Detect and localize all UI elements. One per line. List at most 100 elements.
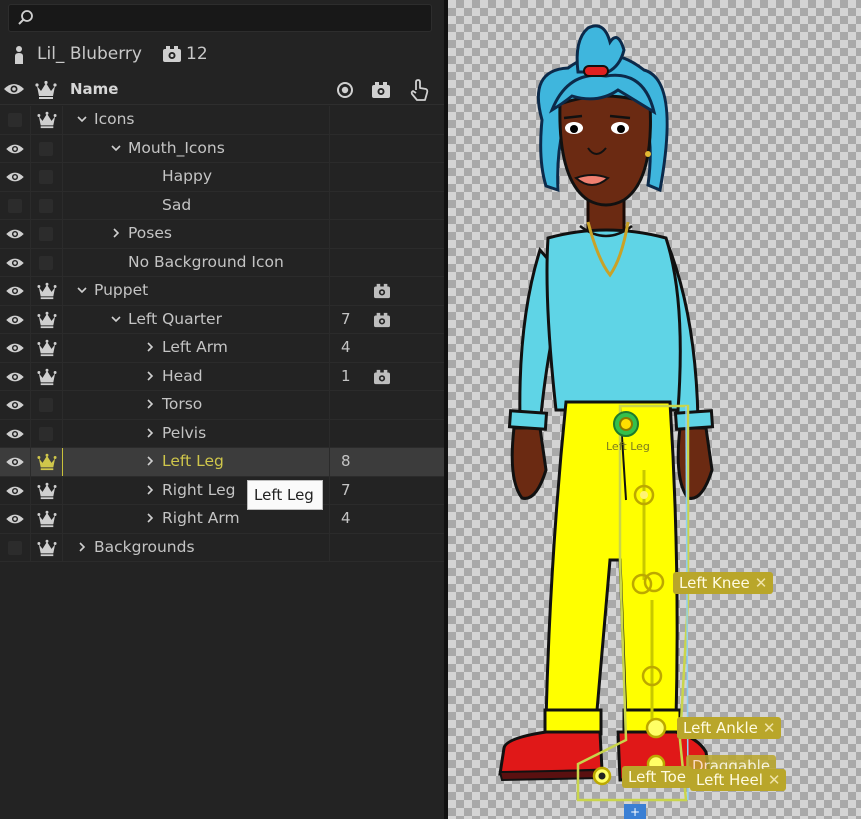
crown-icon[interactable]: [37, 453, 57, 471]
independence-off-box[interactable]: [39, 170, 53, 184]
visibility-cell[interactable]: [0, 419, 31, 447]
visibility-off-box[interactable]: [8, 198, 22, 213]
tag-left-heel[interactable]: Left Heel ✕: [690, 769, 787, 791]
camera-column-icon[interactable]: [371, 81, 391, 99]
crown-icon[interactable]: [37, 510, 57, 528]
visibility-cell[interactable]: [0, 476, 31, 504]
visibility-cell[interactable]: [0, 533, 31, 561]
trigger-hand-icon[interactable]: [408, 78, 430, 102]
record-column-icon[interactable]: [336, 81, 354, 99]
independence-cell[interactable]: [31, 163, 63, 191]
eye-icon[interactable]: [4, 142, 26, 156]
chevron-right-icon[interactable]: [143, 397, 157, 411]
crown-icon[interactable]: [37, 111, 57, 129]
tag-left-knee[interactable]: Left Knee ✕: [673, 572, 774, 594]
layer-row[interactable]: Torso: [0, 391, 444, 420]
chevron-down-icon[interactable]: [75, 283, 89, 297]
visibility-cell[interactable]: [0, 191, 31, 219]
layer-name-cell[interactable]: Head: [63, 362, 330, 390]
chevron-right-icon[interactable]: [143, 369, 157, 383]
chevron-right-icon[interactable]: [75, 540, 89, 554]
close-icon[interactable]: ✕: [755, 574, 768, 592]
scene-canvas[interactable]: + Left Leg Left Knee ✕ Left Ankle ✕ Dragga…: [448, 0, 861, 819]
visibility-cell[interactable]: [0, 220, 31, 248]
layer-row[interactable]: Backgrounds: [0, 533, 444, 562]
eye-icon[interactable]: [4, 398, 26, 412]
visibility-column-icon[interactable]: [3, 81, 25, 97]
layer-name-cell[interactable]: Poses: [63, 220, 330, 248]
independence-off-box[interactable]: [39, 255, 53, 270]
search-input[interactable]: [39, 7, 427, 29]
visibility-cell[interactable]: [0, 362, 31, 390]
independence-off-box[interactable]: [39, 227, 53, 241]
layer-name-cell[interactable]: Backgrounds: [63, 533, 330, 561]
crown-icon[interactable]: [37, 368, 57, 386]
visibility-cell[interactable]: [0, 334, 31, 362]
eye-icon[interactable]: [4, 484, 26, 498]
eye-icon[interactable]: [4, 227, 26, 241]
layer-row[interactable]: Left Leg 8: [0, 448, 444, 477]
visibility-off-box[interactable]: [8, 540, 22, 555]
close-icon[interactable]: ✕: [768, 771, 781, 789]
visibility-cell[interactable]: [0, 391, 31, 419]
eye-icon[interactable]: [4, 256, 26, 270]
chevron-right-icon[interactable]: [143, 426, 157, 440]
independence-cell[interactable]: [31, 106, 63, 134]
visibility-cell[interactable]: [0, 163, 31, 191]
layer-row[interactable]: Right Arm 4: [0, 505, 444, 534]
visibility-off-box[interactable]: [8, 113, 22, 127]
eye-icon[interactable]: [4, 284, 26, 298]
independence-cell[interactable]: [31, 134, 63, 162]
layer-row[interactable]: Puppet: [0, 277, 444, 306]
layer-row[interactable]: Happy: [0, 163, 444, 192]
independence-cell[interactable]: [31, 391, 63, 419]
independence-cell[interactable]: [31, 533, 63, 561]
layer-row[interactable]: Left Quarter 7: [0, 305, 444, 334]
eye-icon[interactable]: [4, 170, 26, 184]
tag-left-toe[interactable]: Left Toe: [622, 766, 693, 788]
independence-cell[interactable]: [31, 191, 63, 219]
close-icon[interactable]: ✕: [763, 719, 776, 737]
layer-row[interactable]: Sad: [0, 191, 444, 220]
layer-row[interactable]: Pelvis: [0, 419, 444, 448]
crown-column-icon[interactable]: [35, 80, 57, 100]
crown-icon[interactable]: [37, 311, 57, 329]
visibility-cell[interactable]: [0, 248, 31, 276]
eye-icon[interactable]: [4, 370, 26, 384]
independence-cell[interactable]: [31, 362, 63, 390]
chevron-right-icon[interactable]: [143, 511, 157, 525]
independence-cell[interactable]: [31, 248, 63, 276]
independence-cell[interactable]: [31, 419, 63, 447]
search-field[interactable]: [8, 4, 432, 32]
independence-cell[interactable]: [31, 277, 63, 305]
layer-name-cell[interactable]: Torso: [63, 391, 330, 419]
layer-row[interactable]: No Background Icon: [0, 248, 444, 277]
chevron-down-icon[interactable]: [109, 141, 123, 155]
layer-name-cell[interactable]: Puppet: [63, 277, 330, 305]
eye-icon[interactable]: [4, 341, 26, 355]
visibility-cell[interactable]: [0, 277, 31, 305]
layer-name-cell[interactable]: Pelvis: [63, 419, 330, 447]
chevron-right-icon[interactable]: [143, 454, 157, 468]
visibility-cell[interactable]: [0, 106, 31, 134]
layer-name-cell[interactable]: Mouth_Icons: [63, 134, 330, 162]
crown-icon[interactable]: [37, 339, 57, 357]
crown-icon[interactable]: [37, 482, 57, 500]
layer-row[interactable]: Mouth_Icons: [0, 134, 444, 163]
layer-row[interactable]: Poses: [0, 220, 444, 249]
chevron-right-icon[interactable]: [109, 226, 123, 240]
independence-cell[interactable]: [31, 305, 63, 333]
eye-icon[interactable]: [4, 427, 26, 441]
layer-name-cell[interactable]: Happy: [63, 163, 330, 191]
independence-off-box[interactable]: [39, 426, 53, 441]
independence-off-box[interactable]: [39, 141, 53, 156]
tag-left-ankle[interactable]: Left Ankle ✕: [677, 717, 782, 739]
name-column-header[interactable]: Name: [70, 80, 118, 98]
visibility-cell[interactable]: [0, 448, 31, 476]
independence-cell[interactable]: [31, 334, 63, 362]
visibility-cell[interactable]: [0, 134, 31, 162]
chevron-right-icon[interactable]: [143, 340, 157, 354]
independence-off-box[interactable]: [39, 398, 53, 412]
eye-icon[interactable]: [4, 512, 26, 526]
independence-off-box[interactable]: [39, 198, 53, 213]
